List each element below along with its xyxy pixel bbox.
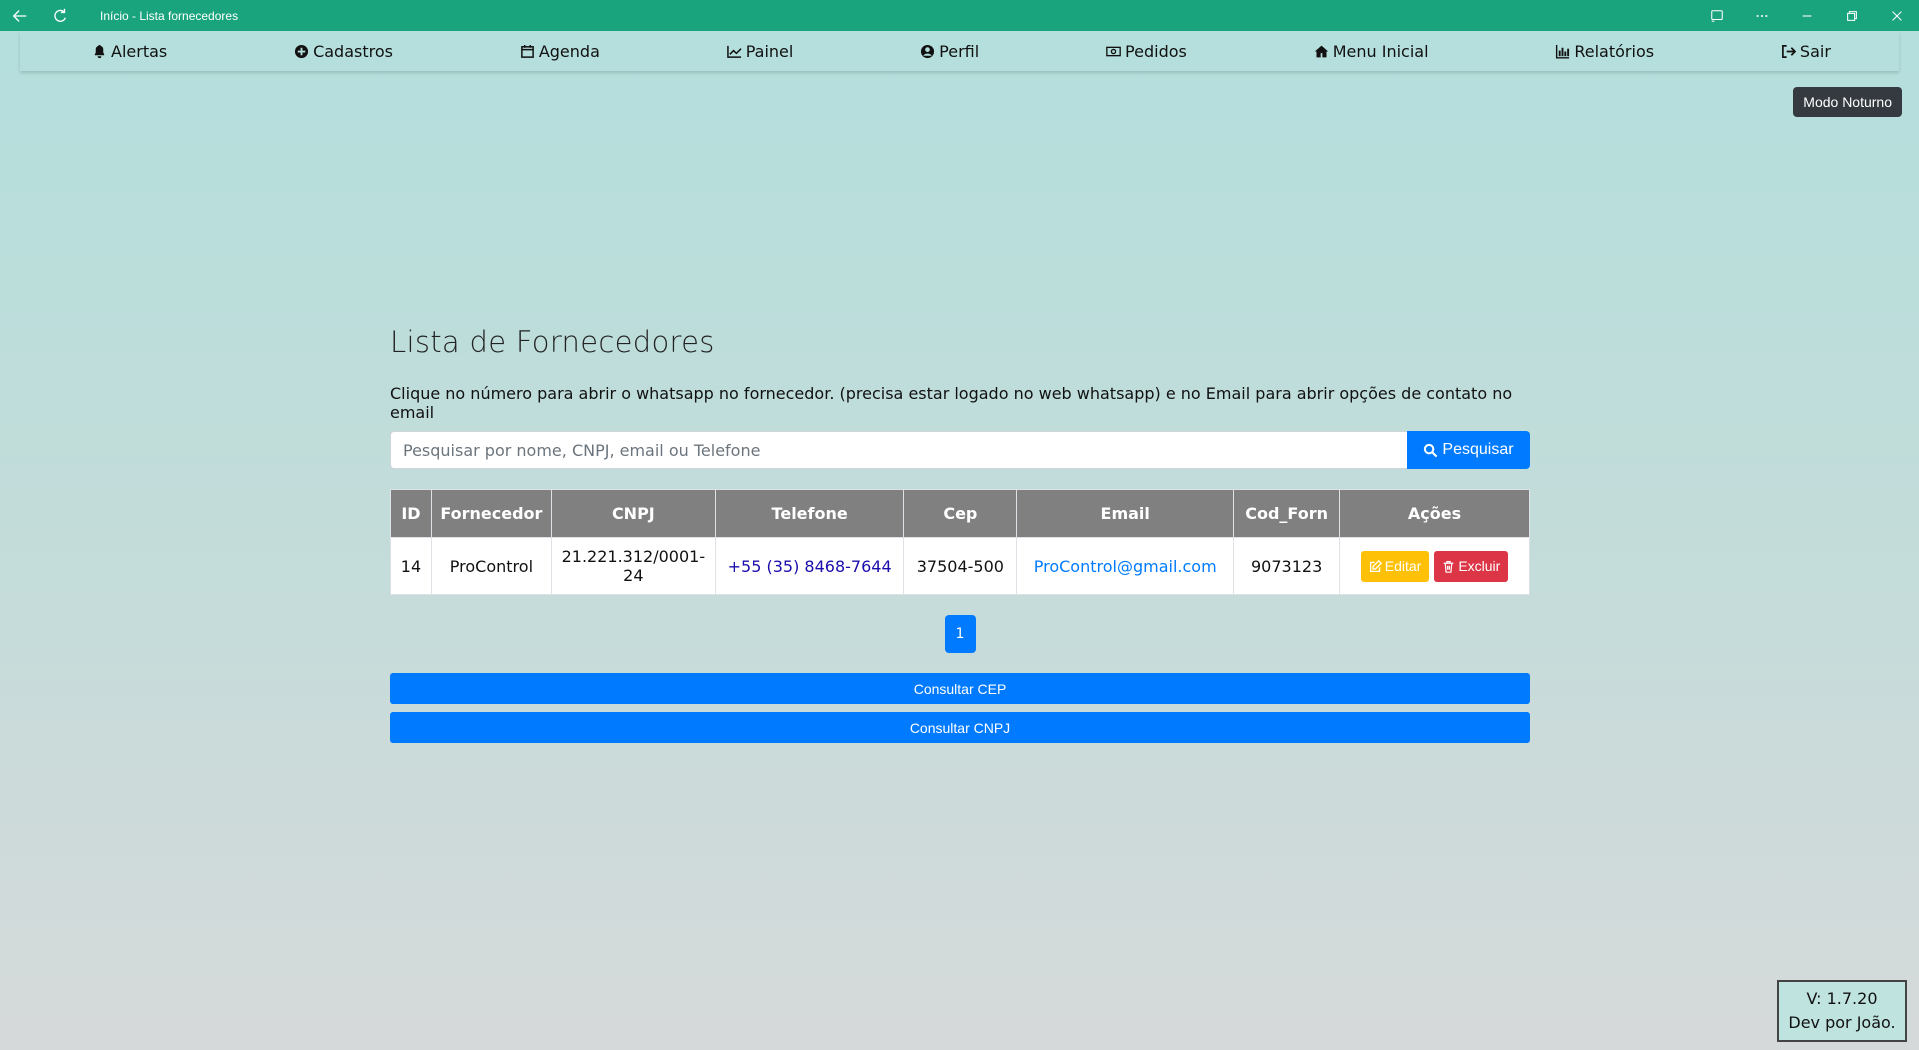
table-header-row: ID Fornecedor CNPJ Telefone Cep Email Co… — [390, 489, 1530, 538]
column-header: Telefone — [714, 489, 905, 538]
developer-label: Dev por João. — [1788, 1013, 1896, 1032]
suppliers-table: ID Fornecedor CNPJ Telefone Cep Email Co… — [390, 489, 1530, 595]
consultar-cnpj-button[interactable]: Consultar CNPJ — [390, 712, 1530, 743]
main-navbar: Alertas Cadastros Agenda Painel Perfil P… — [20, 31, 1899, 71]
consultar-cep-button[interactable]: Consultar CEP — [390, 673, 1530, 704]
back-arrow-icon[interactable] — [0, 0, 40, 31]
sign-out-icon — [1781, 44, 1796, 58]
bell-icon — [94, 44, 105, 58]
cell-cod-forn: 9073123 — [1233, 537, 1341, 595]
nav-label: Pedidos — [1125, 41, 1187, 61]
nav-label: Perfil — [939, 41, 980, 61]
title-bar: Início - Lista fornecedores — [0, 0, 1919, 31]
phone-link[interactable]: +55 (35) 8468-7644 — [714, 537, 905, 595]
user-circle-icon — [921, 44, 935, 58]
nav-label: Menu Inicial — [1332, 41, 1429, 61]
nav-label: Agenda — [538, 41, 600, 61]
search-input[interactable] — [390, 431, 1407, 469]
edit-button[interactable]: Editar — [1360, 550, 1430, 582]
column-header: ID — [390, 489, 432, 538]
nav-painel[interactable]: Painel — [726, 41, 794, 61]
night-mode-button[interactable]: Modo Noturno — [1793, 87, 1902, 117]
cell-actions: Editar Excluir — [1339, 537, 1530, 595]
nav-pedidos[interactable]: Pedidos — [1106, 42, 1187, 61]
instructions-text: Clique no número para abrir o whatsapp n… — [390, 384, 1513, 422]
nav-label: Sair — [1799, 41, 1831, 61]
more-options-icon[interactable] — [1739, 0, 1784, 31]
home-icon — [1314, 45, 1328, 57]
delete-button[interactable]: Excluir — [1434, 550, 1509, 582]
table-row: 14 ProControl 21.221.312/0001-24 +55 (35… — [390, 537, 1530, 595]
version-label: V: 1.7.20 — [1806, 989, 1878, 1008]
column-header: CNPJ — [550, 489, 716, 538]
cell-cep: 37504-500 — [903, 537, 1018, 595]
main-content: Lista de Fornecedores Clique no número p… — [390, 325, 1530, 743]
delete-button-label: Excluir — [1458, 558, 1501, 574]
nav-label: Cadastros — [313, 41, 393, 61]
trash-icon — [1443, 560, 1454, 573]
column-header: Cep — [903, 489, 1018, 538]
nav-relatorios[interactable]: Relatórios — [1555, 42, 1654, 61]
cell-fornecedor: ProControl — [430, 537, 552, 595]
nav-label: Painel — [745, 41, 794, 61]
nav-label: Alertas — [111, 41, 168, 61]
column-header: Ações — [1339, 489, 1530, 538]
refresh-icon[interactable] — [40, 0, 80, 31]
line-chart-icon — [726, 45, 742, 58]
nav-perfil[interactable]: Perfil — [920, 42, 979, 61]
nav-agenda[interactable]: Agenda — [520, 42, 600, 61]
column-header: Cod_Forn — [1233, 489, 1341, 538]
search-button[interactable]: Pesquisar — [1407, 431, 1530, 469]
close-icon[interactable] — [1874, 0, 1919, 31]
cell-id: 14 — [390, 537, 432, 595]
minimize-icon[interactable] — [1784, 0, 1829, 31]
nav-cadastros[interactable]: Cadastros — [294, 42, 393, 61]
plus-circle-icon — [295, 44, 309, 58]
cast-icon[interactable] — [1694, 0, 1739, 31]
page-title: Lista de Fornecedores — [390, 325, 715, 359]
nav-sair[interactable]: Sair — [1781, 42, 1831, 61]
search-button-label: Pesquisar — [1442, 441, 1514, 458]
nav-menu-inicial[interactable]: Menu Inicial — [1314, 42, 1429, 61]
search-bar: Pesquisar — [390, 431, 1530, 469]
money-bill-icon — [1106, 46, 1121, 56]
page-button[interactable]: 1 — [944, 615, 976, 653]
search-icon — [1424, 443, 1438, 457]
column-header: Fornecedor — [430, 489, 552, 538]
column-header: Email — [1016, 489, 1235, 538]
bar-chart-icon — [1556, 44, 1570, 59]
nav-alertas[interactable]: Alertas — [92, 42, 167, 61]
nav-label: Relatórios — [1574, 41, 1655, 61]
version-box: V: 1.7.20 Dev por João. — [1777, 980, 1907, 1042]
edit-button-label: Editar — [1384, 558, 1422, 574]
edit-icon — [1369, 559, 1382, 572]
calendar-icon — [520, 44, 534, 58]
window-title: Início - Lista fornecedores — [100, 8, 239, 23]
restore-icon[interactable] — [1829, 0, 1874, 31]
cell-cnpj: 21.221.312/0001-24 — [550, 537, 716, 595]
email-link[interactable]: ProControl@gmail.com — [1016, 537, 1235, 595]
pagination: 1 — [390, 615, 1530, 653]
